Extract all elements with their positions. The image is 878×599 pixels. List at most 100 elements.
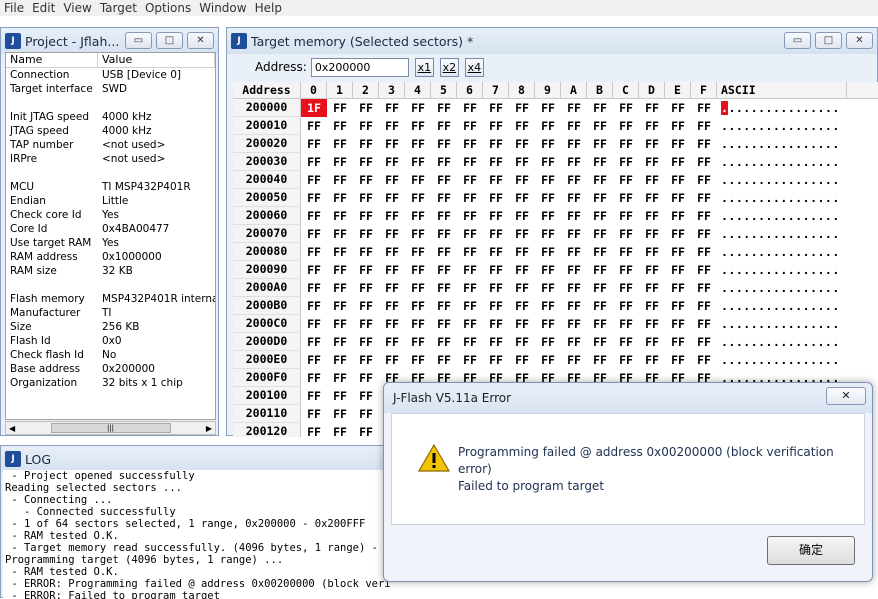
memory-byte-cell[interactable]: FF xyxy=(301,261,327,279)
memory-byte-cell[interactable]: FF xyxy=(587,297,613,315)
memory-byte-cell[interactable]: FF xyxy=(665,117,691,135)
memory-byte-cell[interactable]: FF xyxy=(327,207,353,225)
memory-byte-cell[interactable]: FF xyxy=(405,171,431,189)
ascii-cell[interactable]: ................ xyxy=(717,333,847,351)
memory-byte-cell[interactable]: FF xyxy=(691,171,717,189)
property-row[interactable]: Core Id 0x4BA00477 xyxy=(6,222,215,236)
memory-byte-cell[interactable]: FF xyxy=(327,279,353,297)
memory-byte-cell[interactable]: FF xyxy=(509,171,535,189)
memory-byte-cell[interactable]: FF xyxy=(639,153,665,171)
memory-byte-cell[interactable]: FF xyxy=(509,225,535,243)
memory-byte-cell[interactable]: FF xyxy=(483,99,509,117)
memory-byte-cell[interactable]: FF xyxy=(587,225,613,243)
memory-byte-cell[interactable]: FF xyxy=(431,117,457,135)
memory-byte-cell[interactable]: FF xyxy=(561,351,587,369)
memory-byte-cell[interactable]: FF xyxy=(431,297,457,315)
memory-byte-cell[interactable]: FF xyxy=(405,243,431,261)
memory-byte-cell[interactable]: FF xyxy=(405,99,431,117)
memory-byte-cell[interactable]: FF xyxy=(665,153,691,171)
memory-byte-cell[interactable]: FF xyxy=(353,99,379,117)
memory-byte-cell[interactable]: FF xyxy=(353,423,379,437)
memory-byte-cell[interactable]: FF xyxy=(561,279,587,297)
memory-byte-cell[interactable]: FF xyxy=(327,315,353,333)
memory-byte-cell[interactable]: FF xyxy=(353,243,379,261)
memory-byte-cell[interactable]: FF xyxy=(405,351,431,369)
memory-byte-cell[interactable]: FF xyxy=(379,297,405,315)
memory-byte-cell[interactable]: FF xyxy=(561,243,587,261)
memory-byte-cell[interactable]: FF xyxy=(483,261,509,279)
property-row[interactable]: Organization 32 bits x 1 chip xyxy=(6,376,215,390)
memory-byte-cell[interactable]: FF xyxy=(561,261,587,279)
memory-byte-cell[interactable]: FF xyxy=(691,117,717,135)
memory-byte-cell[interactable]: FF xyxy=(691,99,717,117)
memory-byte-cell[interactable]: FF xyxy=(301,315,327,333)
property-row[interactable]: Check core Id Yes xyxy=(6,208,215,222)
memory-byte-cell[interactable]: FF xyxy=(327,405,353,423)
memory-byte-cell[interactable]: FF xyxy=(483,297,509,315)
menu-item-edit[interactable]: Edit xyxy=(28,1,59,15)
menu-item-view[interactable]: View xyxy=(59,1,95,15)
memory-byte-cell[interactable]: FF xyxy=(509,333,535,351)
ascii-cell[interactable]: ................ xyxy=(717,135,847,153)
memory-byte-cell[interactable]: FF xyxy=(535,171,561,189)
memory-byte-cell[interactable]: FF xyxy=(457,207,483,225)
memory-byte-cell[interactable]: FF xyxy=(665,171,691,189)
memory-byte-cell[interactable]: FF xyxy=(353,261,379,279)
memory-byte-cell[interactable]: FF xyxy=(587,279,613,297)
ascii-cell[interactable]: ................ xyxy=(717,99,847,117)
property-row[interactable]: Use target RAM Yes xyxy=(6,236,215,250)
memory-byte-cell[interactable]: FF xyxy=(457,189,483,207)
memory-byte-cell[interactable]: FF xyxy=(405,279,431,297)
memory-byte-cell[interactable]: FF xyxy=(639,279,665,297)
memory-byte-cell[interactable]: FF xyxy=(457,315,483,333)
memory-byte-cell[interactable]: 1F xyxy=(301,99,327,117)
menu-item-help[interactable]: Help xyxy=(251,1,286,15)
memory-byte-cell[interactable]: FF xyxy=(561,207,587,225)
property-row[interactable]: RAM address 0x1000000 xyxy=(6,250,215,264)
horizontal-scrollbar[interactable]: ◀ ||| ▶ xyxy=(5,421,216,435)
memory-byte-cell[interactable]: FF xyxy=(405,207,431,225)
property-row[interactable]: Manufacturer TI xyxy=(6,306,215,320)
memory-byte-cell[interactable]: FF xyxy=(327,387,353,405)
memory-byte-cell[interactable]: FF xyxy=(405,117,431,135)
memory-byte-cell[interactable]: FF xyxy=(561,171,587,189)
memory-byte-cell[interactable]: FF xyxy=(665,243,691,261)
memory-byte-cell[interactable]: FF xyxy=(457,99,483,117)
memory-byte-cell[interactable]: FF xyxy=(431,189,457,207)
memory-byte-cell[interactable]: FF xyxy=(457,153,483,171)
memory-byte-cell[interactable]: FF xyxy=(301,297,327,315)
memory-byte-cell[interactable]: FF xyxy=(561,315,587,333)
memory-byte-cell[interactable]: FF xyxy=(353,405,379,423)
memory-byte-cell[interactable]: FF xyxy=(613,117,639,135)
memory-byte-cell[interactable]: FF xyxy=(561,99,587,117)
memory-byte-cell[interactable]: FF xyxy=(327,117,353,135)
memory-byte-cell[interactable]: FF xyxy=(327,261,353,279)
memory-byte-cell[interactable]: FF xyxy=(535,225,561,243)
scroll-left-icon[interactable]: ◀ xyxy=(9,424,15,433)
memory-byte-cell[interactable]: FF xyxy=(483,225,509,243)
ascii-cell[interactable]: ................ xyxy=(717,261,847,279)
memory-byte-cell[interactable]: FF xyxy=(483,207,509,225)
memory-byte-cell[interactable]: FF xyxy=(665,351,691,369)
memory-byte-cell[interactable]: FF xyxy=(613,207,639,225)
memory-byte-cell[interactable]: FF xyxy=(379,315,405,333)
memory-byte-cell[interactable]: FF xyxy=(691,351,717,369)
memory-byte-cell[interactable]: FF xyxy=(587,171,613,189)
memory-byte-cell[interactable]: FF xyxy=(431,333,457,351)
memory-byte-cell[interactable]: FF xyxy=(483,153,509,171)
memory-byte-cell[interactable]: FF xyxy=(457,261,483,279)
memory-byte-cell[interactable]: FF xyxy=(535,351,561,369)
memory-byte-cell[interactable]: FF xyxy=(613,261,639,279)
memory-byte-cell[interactable]: FF xyxy=(327,189,353,207)
minimize-button[interactable]: ▭ xyxy=(125,32,152,49)
memory-byte-cell[interactable]: FF xyxy=(587,333,613,351)
memory-byte-cell[interactable]: FF xyxy=(353,387,379,405)
memory-byte-cell[interactable]: FF xyxy=(379,333,405,351)
memory-byte-cell[interactable]: FF xyxy=(639,261,665,279)
memory-byte-cell[interactable]: FF xyxy=(353,171,379,189)
close-button[interactable]: ✕ xyxy=(187,32,214,49)
memory-byte-cell[interactable]: FF xyxy=(301,207,327,225)
memory-byte-cell[interactable]: FF xyxy=(301,405,327,423)
memory-byte-cell[interactable]: FF xyxy=(405,189,431,207)
memory-byte-cell[interactable]: FF xyxy=(561,333,587,351)
